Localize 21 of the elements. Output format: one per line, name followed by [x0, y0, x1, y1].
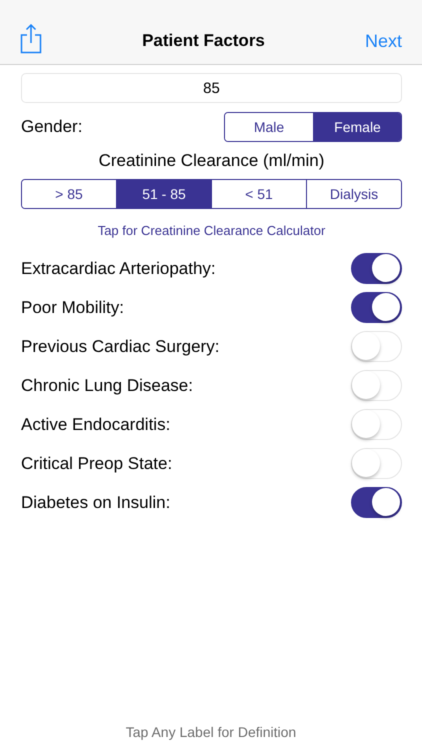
factor-label[interactable]: Chronic Lung Disease: — [21, 376, 193, 396]
creatinine-title: Creatinine Clearance (ml/min) — [98, 151, 326, 171]
factor-label[interactable]: Diabetes on Insulin: — [21, 492, 170, 512]
factor-label[interactable]: Extracardiac Arteriopathy: — [21, 258, 216, 278]
age-field[interactable]: 85 — [21, 73, 402, 103]
next-button[interactable]: Next — [364, 31, 402, 54]
factor-label[interactable]: Critical Preop State: — [21, 454, 172, 474]
nav-title: Patient Factors — [141, 31, 266, 52]
share-icon[interactable] — [20, 24, 42, 54]
factor-label[interactable]: Previous Cardiac Surgery: — [21, 336, 220, 356]
calculator-link[interactable]: Tap for Creatinine Clearance Calculator — [98, 223, 326, 238]
toggle-switch[interactable] — [351, 253, 402, 284]
factor-label[interactable]: Poor Mobility: — [21, 298, 124, 318]
gender-label: Gender: — [21, 117, 82, 137]
gender-option[interactable]: Female — [313, 113, 401, 141]
factor-label[interactable]: Active Endocarditis: — [21, 414, 170, 434]
toggle-switch[interactable] — [351, 292, 402, 323]
clearance-option[interactable]: Dialysis — [306, 180, 401, 208]
clearance-option[interactable]: 51 - 85 — [116, 180, 211, 208]
toggle-switch[interactable] — [351, 487, 402, 518]
footer-hint: Tap Any Label for Definition — [126, 724, 296, 740]
